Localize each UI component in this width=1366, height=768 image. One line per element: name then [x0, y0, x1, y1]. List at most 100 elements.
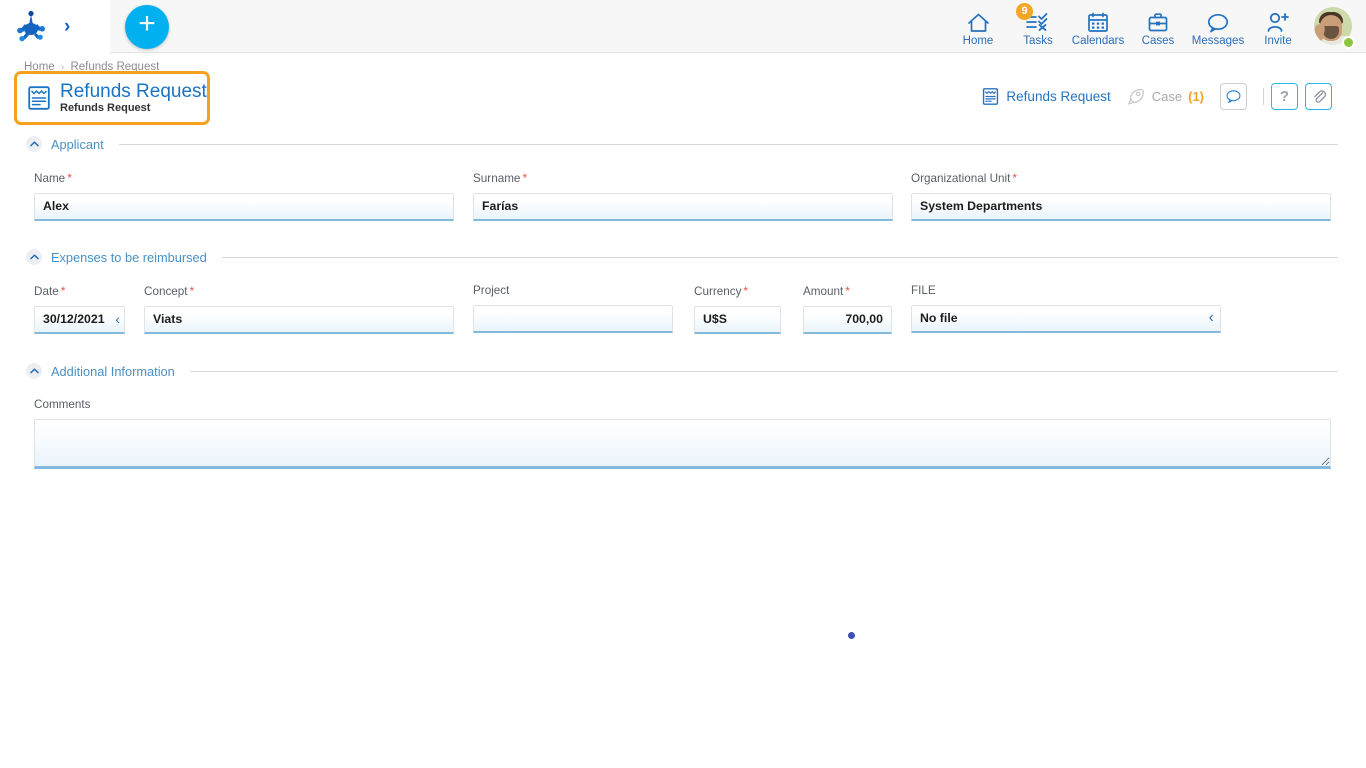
nav-item-messages[interactable]: Messages: [1188, 0, 1248, 53]
calendar-icon: [1087, 9, 1109, 33]
page-subtitle: Refunds Request: [60, 103, 207, 114]
input-comments[interactable]: [34, 419, 1331, 469]
page-title-card: Refunds Request Refunds Request: [14, 71, 210, 125]
help-label: ?: [1280, 89, 1289, 104]
nav-label-tasks: Tasks: [1023, 36, 1052, 48]
section-header-additional-information: Additional Information: [26, 363, 1338, 379]
nav-item-cases[interactable]: Cases: [1128, 0, 1188, 53]
nav-label-home: Home: [963, 36, 994, 48]
input-name-value: Alex: [43, 199, 69, 213]
required-marker: *: [67, 171, 72, 185]
nav-item-invite[interactable]: Invite: [1248, 0, 1308, 53]
form-icon: [27, 85, 51, 111]
paperclip-icon: [1311, 88, 1327, 104]
required-marker: *: [61, 284, 66, 298]
chevron-up-icon: [30, 141, 39, 147]
input-file[interactable]: No file ‹: [911, 305, 1221, 333]
label-surname: Surname*: [473, 172, 893, 185]
page-title: Refunds Request: [60, 82, 207, 102]
nav-item-home[interactable]: Home: [948, 0, 1008, 53]
collapse-toggle-applicant[interactable]: [26, 136, 42, 152]
collapse-toggle-expenses[interactable]: [26, 249, 42, 265]
user-avatar-button[interactable]: [1308, 0, 1358, 53]
input-organizational-unit[interactable]: System Departments: [911, 193, 1331, 221]
chevron-left-icon[interactable]: ‹: [1205, 310, 1214, 326]
input-concept[interactable]: Viats: [144, 306, 454, 334]
label-project: Project: [473, 285, 673, 297]
attachment-button[interactable]: [1305, 83, 1332, 110]
section-rule: [222, 257, 1338, 258]
field-project: Project: [473, 285, 673, 333]
add-new-button[interactable]: +: [125, 5, 169, 49]
nav-label-invite: Invite: [1264, 36, 1292, 48]
form-toolbar: Refunds Request Case (1) ?: [982, 81, 1332, 111]
label-currency: Currency*: [694, 285, 781, 298]
label-organizational-unit: Organizational Unit*: [911, 172, 1331, 185]
nav-label-cases: Cases: [1142, 36, 1175, 48]
required-marker: *: [190, 284, 195, 298]
logo-zone: ›: [0, 0, 110, 53]
label-amount: Amount*: [803, 285, 892, 298]
input-date[interactable]: 30/12/2021 ‹: [34, 306, 125, 334]
chevron-left-icon[interactable]: ‹: [111, 312, 120, 326]
input-concept-value: Viats: [153, 312, 182, 326]
field-date: Date* 30/12/2021 ‹: [34, 285, 125, 334]
input-currency[interactable]: U$S: [694, 306, 781, 334]
input-surname-value: Farías: [482, 199, 518, 213]
section-rule: [119, 144, 1338, 145]
comment-icon: [1225, 89, 1242, 104]
required-marker: *: [845, 284, 850, 298]
primary-nav: Home 9 Tasks: [948, 0, 1366, 53]
input-project[interactable]: [473, 305, 673, 333]
plus-icon: +: [138, 9, 156, 39]
rocket-icon: [1127, 87, 1146, 106]
field-organizational-unit: Organizational Unit* System Departments: [911, 172, 1331, 221]
briefcase-icon: [1147, 9, 1169, 33]
field-concept: Concept* Viats: [144, 285, 454, 334]
chevron-up-icon: [30, 254, 39, 260]
input-date-value: 30/12/2021: [43, 312, 105, 326]
nav-item-calendars[interactable]: Calendars: [1068, 0, 1128, 53]
input-surname[interactable]: Farías: [473, 193, 893, 221]
nav-item-tasks[interactable]: 9 Tasks: [1008, 0, 1068, 53]
field-file: FILE No file ‹: [911, 285, 1221, 333]
required-marker: *: [743, 284, 748, 298]
user-add-icon: [1266, 9, 1290, 33]
section-header-applicant: Applicant: [26, 136, 1338, 152]
input-currency-value: U$S: [703, 312, 727, 326]
label-concept: Concept*: [144, 285, 454, 298]
required-marker: *: [1012, 171, 1017, 185]
toolbar-divider: [1263, 88, 1264, 105]
field-currency: Currency* U$S: [694, 285, 781, 334]
input-amount[interactable]: 700,00: [803, 306, 892, 334]
loading-indicator: [848, 632, 855, 639]
help-button[interactable]: ?: [1271, 83, 1298, 110]
label-name: Name*: [34, 172, 454, 185]
toolbar-form-tab[interactable]: Refunds Request: [982, 87, 1110, 106]
input-file-value: No file: [920, 311, 958, 325]
home-icon: [967, 9, 990, 33]
section-rule: [190, 371, 1338, 372]
toolbar-case-tab[interactable]: Case (1): [1127, 87, 1204, 106]
input-organizational-unit-value: System Departments: [920, 199, 1042, 213]
input-amount-value: 700,00: [812, 312, 883, 326]
tasks-badge: 9: [1016, 3, 1033, 20]
chevron-up-icon: [30, 368, 39, 374]
input-name[interactable]: Alex: [34, 193, 454, 221]
nav-label-messages: Messages: [1192, 36, 1244, 48]
collapse-toggle-additional-information[interactable]: [26, 363, 42, 379]
toolbar-form-label: Refunds Request: [1006, 89, 1110, 104]
section-title-applicant: Applicant: [51, 137, 104, 152]
label-comments: Comments: [34, 399, 1331, 411]
sidebar-expand-icon[interactable]: ›: [64, 17, 70, 36]
section-title-expenses: Expenses to be reimbursed: [51, 250, 207, 265]
section-title-additional-information: Additional Information: [51, 364, 175, 379]
label-date: Date*: [34, 285, 125, 298]
comment-button[interactable]: [1220, 83, 1247, 110]
section-header-expenses: Expenses to be reimbursed: [26, 249, 1338, 265]
frog-logo[interactable]: [14, 9, 48, 43]
top-navigation-bar: › + Home 9 Tasks: [0, 0, 1366, 53]
chat-icon: [1206, 9, 1230, 33]
nav-label-calendars: Calendars: [1072, 36, 1124, 48]
toolbar-case-label: Case: [1152, 89, 1182, 104]
